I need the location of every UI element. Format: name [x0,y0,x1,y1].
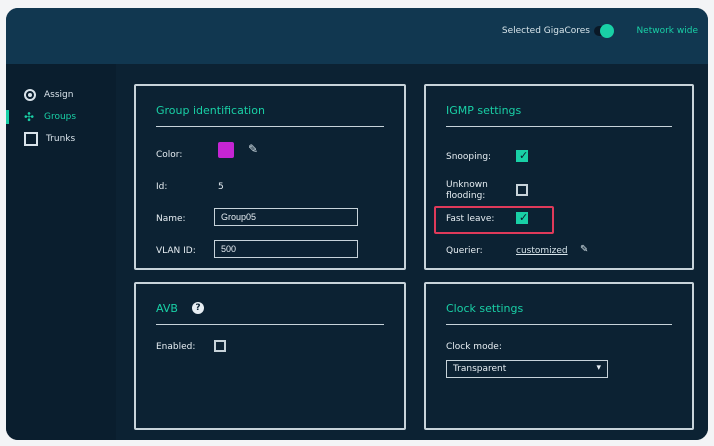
group-identification-panel: Group identification Color: ✎ Id: 5 Name… [134,84,406,270]
unknown-flooding-checkbox[interactable] [516,184,528,196]
fast-leave-label: Fast leave: [446,214,495,224]
name-input[interactable] [214,208,358,226]
sidebar-item-label: Trunks [46,134,76,144]
selected-gigacores-label: Selected GigaCores [501,26,590,36]
clock-settings-panel: Clock settings Clock mode: Transparent ▾ [424,282,694,430]
divider [446,324,672,325]
clock-mode-select[interactable]: Transparent ▾ [446,360,608,378]
groups-icon: ✣ [24,110,35,124]
snooping-checkbox[interactable] [516,149,528,162]
trunk-icon [24,132,38,146]
sidebar-item-assign[interactable]: Assign [6,84,102,106]
sidebar-item-trunks[interactable]: Trunks [6,128,102,150]
divider [446,126,672,127]
main-content: Group identification Color: ✎ Id: 5 Name… [116,64,708,440]
id-label: Id: [156,182,168,192]
avb-enabled-checkbox[interactable] [214,340,226,352]
chevron-down-icon: ▾ [596,363,601,373]
querier-label: Querier: [446,246,483,256]
divider [156,324,384,325]
avb-enabled-label: Enabled: [156,342,196,352]
color-label: Color: [156,150,183,160]
id-value: 5 [218,182,224,192]
panel-title: IGMP settings [446,104,522,117]
eyedropper-icon[interactable]: ✎ [248,142,258,156]
panel-title: Clock settings [446,302,524,315]
toggle-knob [600,24,614,38]
panel-title: Group identification [156,104,265,117]
sidebar-item-label: Groups [44,112,77,122]
sidebar: Assign ✣ Groups Trunks [6,64,102,440]
network-wide-toggle[interactable] [594,24,614,38]
clock-mode-value: Transparent [453,364,507,374]
edit-icon[interactable]: ✎ [580,244,588,255]
avb-panel: AVB ? Enabled: [134,282,406,430]
name-label: Name: [156,214,186,224]
app-frame: Selected GigaCores Network wide Assign ✣… [6,8,708,440]
sidebar-item-groups[interactable]: ✣ Groups [6,106,102,128]
snooping-label: Snooping: [446,152,492,162]
vlan-id-input[interactable] [214,240,358,258]
network-wide-label: Network wide [636,26,698,36]
panel-title: AVB [156,302,178,315]
vlan-id-label: VLAN ID: [156,246,196,256]
igmp-settings-panel: IGMP settings Snooping: Unknown flooding… [424,84,694,270]
sidebar-item-label: Assign [44,90,74,100]
target-icon [24,89,36,101]
fast-leave-checkbox[interactable] [516,211,528,224]
clock-mode-label: Clock mode: [446,342,502,352]
top-bar: Selected GigaCores Network wide [6,8,708,64]
unknown-flooding-label: Unknown flooding: [446,180,488,201]
divider [156,126,384,127]
help-icon[interactable]: ? [192,302,204,314]
color-swatch[interactable] [218,142,234,158]
querier-link[interactable]: customized [516,246,568,256]
